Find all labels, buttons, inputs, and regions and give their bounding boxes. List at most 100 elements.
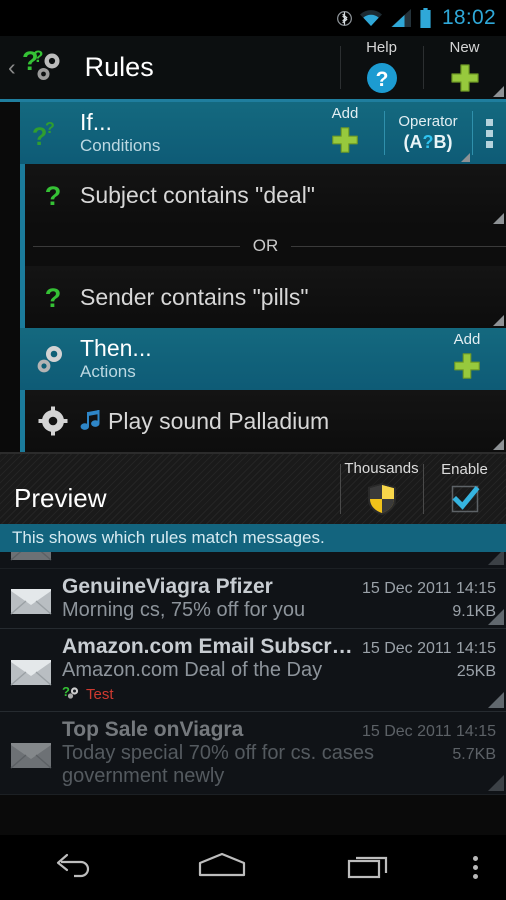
condition-operator-separator: OR [25, 226, 506, 266]
app-root: 18:02 ‹ ? ? Rules Help ? New ? ? If... C… [0, 0, 506, 900]
envelope-icon [0, 718, 62, 788]
add-condition-label: Add [331, 105, 359, 122]
condition-row[interactable]: ? Subject contains "deal" [25, 164, 506, 226]
message-size: 5.7KB [452, 746, 496, 763]
message-body: Top Sale onViagra 15 Dec 2011 14:15 Toda… [62, 718, 506, 788]
gear-icon [25, 406, 80, 436]
envelope-icon [0, 575, 62, 622]
message-rule-tag: ? Test [62, 684, 496, 705]
action-text: Play sound Palladium [108, 407, 330, 434]
status-time: 18:02 [441, 6, 496, 29]
actions-header-text: Then... Actions [80, 328, 428, 390]
envelope-icon [0, 552, 62, 562]
add-condition-button[interactable]: Add [306, 102, 384, 164]
message-date: 15 Dec 2011 14:15 [361, 640, 496, 657]
help-button[interactable]: Help ? [340, 36, 423, 99]
actions-title: Then... [80, 335, 152, 362]
message-body: GenuineViagra Pfizer 15 Dec 2011 14:15 M… [62, 575, 506, 622]
add-action-label: Add [453, 331, 481, 348]
message-row[interactable]: GenuineViagra Pfizer 15 Dec 2011 14:15 M… [0, 569, 506, 629]
thousands-button[interactable]: Thousands [340, 454, 423, 524]
conditions-title: If... [80, 109, 112, 136]
message-row[interactable]: Amazon.com Email Subscri… 15 Dec 2011 14… [0, 629, 506, 712]
preview-hint-text: This shows which rules match messages. [12, 528, 325, 547]
message-rule-tag-text: Test [86, 686, 114, 703]
message-subject-line: Amazon.com Deal of the Day 25KB [62, 659, 496, 682]
new-button-corner-marker [493, 86, 504, 97]
condition-corner-marker [493, 213, 504, 224]
actions-header[interactable]: Then... Actions Add [20, 328, 506, 390]
condition-text: Sender contains "pills" [80, 283, 309, 310]
up-navigation-button[interactable]: ‹ ? ? Rules [0, 36, 340, 99]
shield-icon [366, 482, 398, 521]
conditions-header-text: If... Conditions [80, 102, 306, 164]
message-from-line: GenuineViagra Pfizer 15 Dec 2011 14:15 [62, 575, 496, 599]
condition-text: Subject contains "deal" [80, 181, 315, 208]
status-bar: 18:02 [0, 0, 506, 36]
svg-text:?: ? [375, 68, 388, 91]
separator-operator-text: OR [239, 236, 292, 256]
message-row[interactable]: vacancy #705 2.9KB [0, 552, 506, 569]
condition-corner-marker [493, 315, 504, 326]
conditions-subtitle: Conditions [80, 136, 161, 156]
overflow-dot [485, 129, 493, 137]
message-from-line: Top Sale onViagra 15 Dec 2011 14:15 [62, 718, 496, 742]
message-body: Amazon.com Email Subscri… 15 Dec 2011 14… [62, 635, 506, 705]
bluetooth-icon [336, 8, 352, 29]
thousands-label: Thousands [344, 460, 419, 477]
operator-value-prefix: (A [403, 132, 423, 152]
message-corner-marker [488, 692, 504, 708]
enable-checkbox[interactable]: Enable [423, 454, 506, 524]
overflow-dot [485, 140, 493, 148]
home-button[interactable] [148, 850, 296, 885]
recents-icon [345, 850, 395, 885]
plus-icon [450, 350, 484, 387]
message-row[interactable]: Top Sale onViagra 15 Dec 2011 14:15 Toda… [0, 712, 506, 795]
add-action-button[interactable]: Add [428, 328, 506, 390]
message-from: Top Sale onViagra [62, 718, 244, 741]
message-size: 25KB [456, 663, 496, 680]
back-chevron-icon: ‹ [8, 54, 16, 80]
help-button-label: Help [366, 38, 397, 56]
operator-value-question: ? [422, 132, 434, 152]
help-question-icon: ? [365, 61, 399, 100]
message-subject-line: Today special 70% off for cs. cases gove… [62, 742, 496, 788]
message-subject-line: Morning cs, 75% off for you 9.1KB [62, 599, 496, 622]
condition-row[interactable]: ? Sender contains "pills" [25, 266, 506, 328]
enable-label: Enable [441, 461, 488, 478]
action-bar: ‹ ? ? Rules Help ? New [0, 36, 506, 102]
message-from-line: Amazon.com Email Subscri… 15 Dec 2011 14… [62, 635, 496, 659]
checkbox-checked-icon [449, 483, 481, 520]
conditions-overflow-button[interactable] [472, 102, 506, 164]
operator-button[interactable]: Operator (A?B) [384, 102, 472, 164]
message-corner-marker [488, 552, 504, 565]
operator-corner-marker [461, 153, 470, 162]
overflow-dot [472, 874, 478, 879]
question-icon: ? [25, 282, 80, 312]
home-icon [196, 850, 248, 885]
plus-icon [447, 61, 483, 100]
preview-title: Preview [14, 483, 107, 513]
message-subject: Amazon.com Deal of the Day [62, 659, 323, 681]
message-corner-marker [488, 609, 504, 625]
message-date: 15 Dec 2011 14:15 [361, 580, 496, 597]
overflow-dot [472, 865, 478, 870]
recents-button[interactable] [296, 850, 444, 885]
rule-card: ? ? If... Conditions Add Operator (A?B) [0, 102, 506, 452]
back-button[interactable] [0, 850, 148, 885]
rules-tag-icon: ? [62, 684, 82, 705]
conditions-header[interactable]: ? ? If... Conditions Add Operator (A?B) [20, 102, 506, 164]
gears-icon [20, 328, 80, 390]
message-body: vacancy #705 2.9KB [62, 552, 506, 562]
message-corner-marker [488, 775, 504, 791]
operator-value: (A?B) [404, 132, 453, 153]
operator-value-suffix: B) [433, 132, 453, 152]
signal-icon [390, 8, 412, 28]
new-rule-button[interactable]: New [423, 36, 506, 99]
action-row[interactable]: Play sound Palladium [25, 390, 506, 452]
message-subject: Morning cs, 75% off for you [62, 599, 306, 621]
preview-bar: Preview Thousands Enable [0, 452, 506, 524]
message-list[interactable]: vacancy #705 2.9KB GenuineViagra Pfizer … [0, 552, 506, 795]
new-button-label: New [449, 38, 480, 56]
menu-button[interactable] [444, 856, 506, 879]
